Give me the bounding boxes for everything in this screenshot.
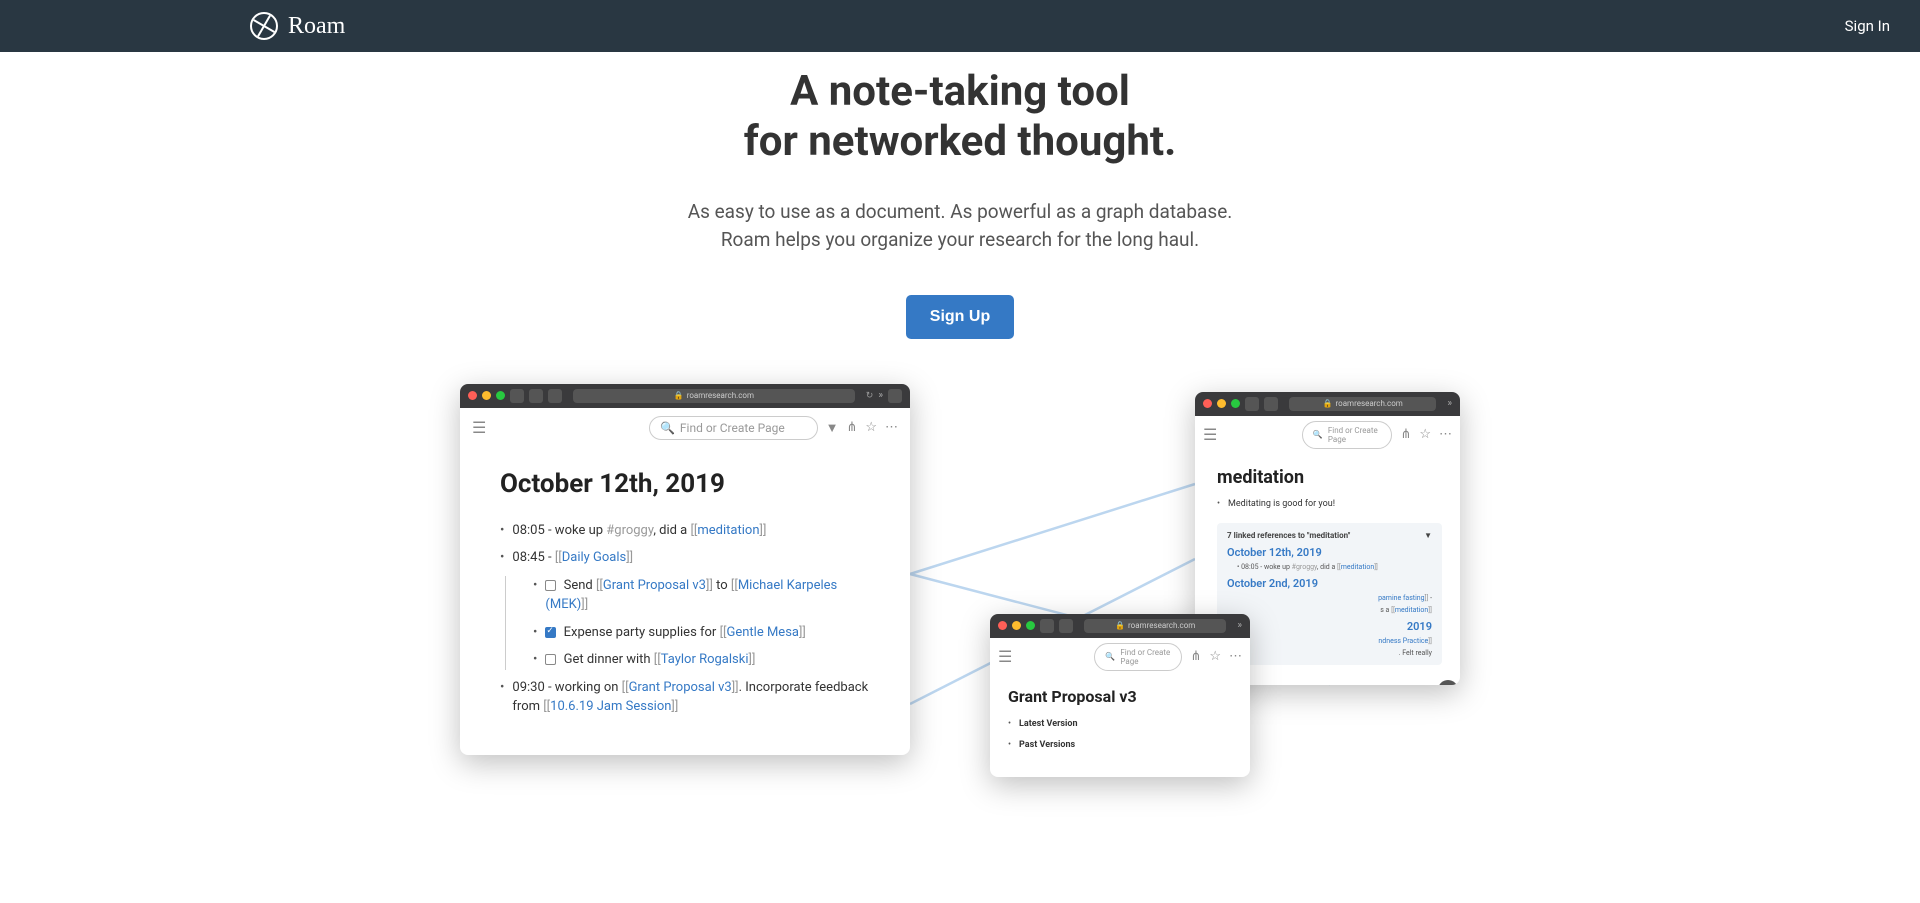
filter-icon[interactable]: ▼ xyxy=(1424,531,1432,540)
brand-name: Roam xyxy=(288,13,345,40)
search-input[interactable]: 🔍 Find or Create Page xyxy=(1302,421,1393,449)
checkbox[interactable] xyxy=(545,654,556,665)
sidebar-icon xyxy=(548,389,562,403)
page-body: Grant Proposal v3 •Latest Version •Past … xyxy=(990,677,1250,777)
checkbox[interactable] xyxy=(545,580,556,591)
bullet: •Meditating is good for you! xyxy=(1217,498,1442,512)
screenshot-stage: 🔒 roamresearch.com ↻ » ☰ 🔍 Find or Creat… xyxy=(460,384,1460,834)
screenshot-main-window: 🔒 roamresearch.com ↻ » ☰ 🔍 Find or Creat… xyxy=(460,384,910,755)
back-icon xyxy=(510,389,524,403)
sign-up-button[interactable]: Sign Up xyxy=(906,295,1014,339)
hamburger-icon[interactable]: ☰ xyxy=(472,418,486,437)
page-title: Grant Proposal v3 xyxy=(1008,687,1236,706)
headline-line-1: A note-taking tool xyxy=(790,67,1130,116)
titlebar: 🔒 roamresearch.com » xyxy=(990,614,1250,638)
url-bar: 🔒 roamresearch.com xyxy=(573,389,855,403)
subhead-line-1: As easy to use as a document. As powerfu… xyxy=(688,200,1233,223)
star-icon[interactable]: ☆ xyxy=(865,420,877,435)
titlebar: 🔒 roamresearch.com » xyxy=(1195,392,1460,416)
headline-line-2: for networked thought. xyxy=(744,117,1177,166)
filter-icon[interactable]: ▼ xyxy=(826,420,839,436)
chevron-icon: » xyxy=(878,390,883,401)
link-taylor[interactable]: Taylor Rogalski xyxy=(661,652,749,667)
screenshot-grant-window: 🔒 roamresearch.com » ☰ 🔍 Find or Create … xyxy=(990,614,1250,777)
ref-date[interactable]: October 12th, 2019 xyxy=(1227,546,1432,559)
reload-icon: ↻ xyxy=(866,391,874,401)
sign-in-link[interactable]: Sign In xyxy=(1845,17,1890,35)
bullet: • 08:05 - woke up #groggy, did a [[medit… xyxy=(500,521,880,541)
app-toolbar: ☰ 🔍 Find or Create Page ▼ ⋔ ☆ ⋯ xyxy=(460,408,910,449)
bullet: • 08:45 - [[Daily Goals]] xyxy=(500,548,880,568)
ref-date-fragment: 2019 xyxy=(1227,620,1432,633)
more-icon[interactable]: ⋯ xyxy=(1439,427,1452,442)
more-icon[interactable]: ⋯ xyxy=(885,420,898,435)
tag-groggy[interactable]: #groggy xyxy=(606,523,653,538)
search-input[interactable]: 🔍 Find or Create Page xyxy=(1094,643,1182,671)
ref-date[interactable]: October 2nd, 2019 xyxy=(1227,577,1432,590)
bullet: • 09:30 - working on [[Grant Proposal v3… xyxy=(500,678,880,717)
titlebar: 🔒 roamresearch.com ↻ » xyxy=(460,384,910,408)
graph-icon[interactable]: ⋔ xyxy=(1190,649,1201,664)
bullet: • Get dinner with [[Taylor Rogalski]] xyxy=(533,650,880,670)
app-toolbar: ☰ 🔍 Find or Create Page ⋔ ☆ ⋯ xyxy=(1195,416,1460,455)
graph-icon[interactable]: ⋔ xyxy=(1400,427,1411,442)
link-daily-goals[interactable]: Daily Goals xyxy=(562,550,627,565)
subhead-line-2: Roam helps you organize your research fo… xyxy=(721,228,1199,251)
link-grant-proposal[interactable]: Grant Proposal v3 xyxy=(629,680,732,695)
linked-references: 7 linked references to "meditation" ▼ Oct… xyxy=(1217,523,1442,665)
page-title: meditation xyxy=(1217,467,1442,488)
bullet: • Send [[Grant Proposal v3]] to [[Michae… xyxy=(533,576,880,615)
brand[interactable]: Roam xyxy=(250,12,345,40)
fwd-icon xyxy=(529,389,543,403)
page-body: October 12th, 2019 • 08:05 - woke up #gr… xyxy=(460,449,910,755)
checkbox-checked[interactable] xyxy=(545,627,556,638)
linked-ref-header: 7 linked references to "meditation" xyxy=(1227,531,1350,540)
star-icon[interactable]: ☆ xyxy=(1419,427,1431,442)
ref-fragment: ndness Practice]] xyxy=(1237,637,1432,645)
link-jam-session[interactable]: 10.6.19 Jam Session xyxy=(550,699,671,714)
bullet: •Past Versions xyxy=(1008,739,1236,753)
hamburger-icon[interactable]: ☰ xyxy=(998,647,1012,666)
ref-fragment: s a [[meditation]] xyxy=(1237,606,1432,614)
hamburger-icon[interactable]: ☰ xyxy=(1203,425,1217,444)
search-placeholder: Find or Create Page xyxy=(680,421,785,435)
hero: A note-taking tool for networked thought… xyxy=(0,52,1920,339)
link-gentle-mesa[interactable]: Gentle Mesa xyxy=(726,625,798,640)
bullets: • 08:05 - woke up #groggy, did a [[medit… xyxy=(500,521,880,717)
headline: A note-taking tool for networked thought… xyxy=(0,67,1920,168)
search-icon: 🔍 xyxy=(660,421,675,435)
ref-fragment: pamine fasting]] - xyxy=(1237,594,1432,602)
link-meditation[interactable]: meditation xyxy=(697,523,759,538)
link-grant-proposal[interactable]: Grant Proposal v3 xyxy=(603,578,706,593)
top-nav: Roam Sign In xyxy=(0,0,1920,52)
bullet: • Expense party supplies for [[Gentle Me… xyxy=(533,623,880,643)
graph-icon[interactable]: ⋔ xyxy=(846,420,857,435)
star-icon[interactable]: ☆ xyxy=(1209,649,1221,664)
bullet: •Latest Version xyxy=(1008,718,1236,732)
add-tab-icon xyxy=(888,389,902,403)
subheadline: As easy to use as a document. As powerfu… xyxy=(0,198,1920,255)
page-title: October 12th, 2019 xyxy=(500,469,880,499)
ref-line: • 08:05 - woke up #groggy, did a [[medit… xyxy=(1237,563,1432,571)
app-toolbar: ☰ 🔍 Find or Create Page ⋔ ☆ ⋯ xyxy=(990,638,1250,677)
more-icon[interactable]: ⋯ xyxy=(1229,649,1242,664)
roam-logo-icon xyxy=(250,12,278,40)
search-input[interactable]: 🔍 Find or Create Page xyxy=(649,416,818,440)
ref-fragment: . Felt really xyxy=(1237,649,1432,657)
